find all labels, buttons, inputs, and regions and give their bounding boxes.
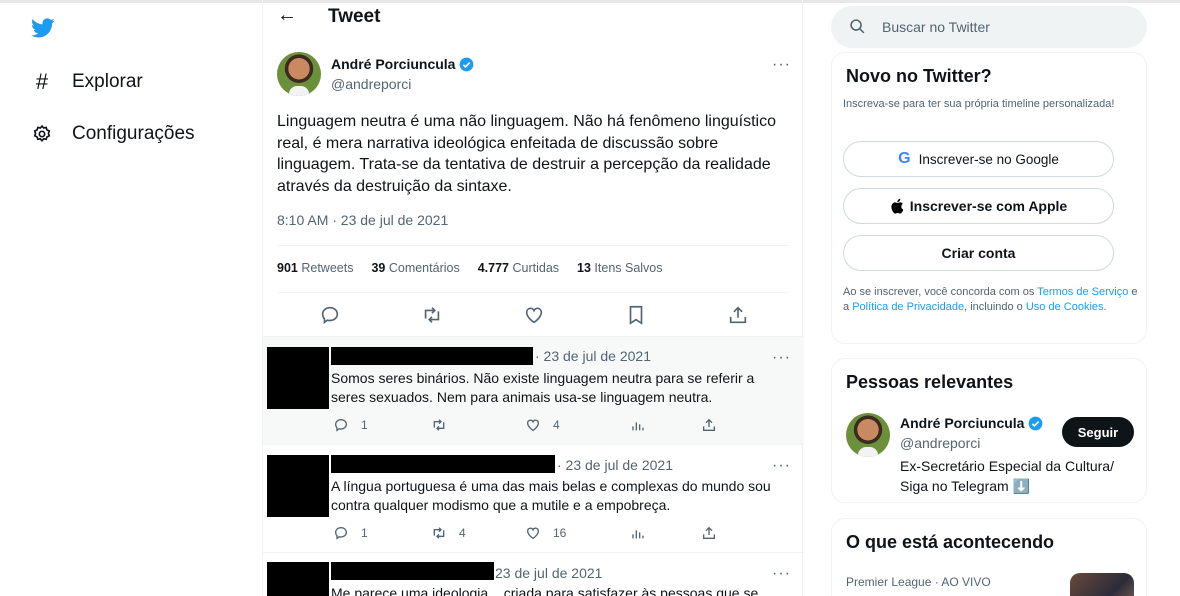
more-options-icon[interactable]: ··· [772, 349, 791, 367]
bookmarks-stat[interactable]: 13 Itens Salvos [577, 261, 662, 275]
trend-meta[interactable]: Premier League · AO VIVO [846, 575, 991, 589]
retweet-icon[interactable] [421, 304, 443, 326]
google-signup-button[interactable]: G Inscrever-se no Google [843, 141, 1114, 177]
follow-button[interactable]: Seguir [1062, 417, 1134, 447]
redacted-avatar [267, 347, 329, 409]
likes-stat[interactable]: 4.777 Curtidas [478, 261, 559, 275]
cookie-use-link[interactable]: Uso de Cookies [1026, 301, 1104, 313]
verified-badge-icon [1029, 416, 1043, 430]
nav-item-label: Configurações [72, 123, 195, 144]
retweets-stat[interactable]: 901 Retweets [277, 261, 353, 275]
share-icon[interactable] [727, 304, 749, 326]
relevant-person-bio: Ex-Secretário Especial da Cultura/ Siga … [900, 458, 1114, 494]
analytics-icon[interactable] [629, 525, 645, 541]
reply-actions: 1 4 16 [331, 525, 751, 545]
share-icon[interactable] [701, 525, 717, 541]
reply-tweet[interactable]: · 23 de jul de 2021 ··· A língua portugu… [263, 444, 804, 552]
search-box[interactable]: Buscar no Twitter [831, 6, 1147, 48]
relevant-person-handle[interactable]: @andreporci [900, 435, 980, 451]
signup-title: Novo no Twitter? [846, 66, 992, 86]
tweet-text: Linguagem neutra é uma não linguagem. Nã… [277, 113, 776, 195]
privacy-policy-link[interactable]: Política de Privacidade [852, 301, 964, 313]
redacted-username [331, 562, 494, 580]
like-heart-icon[interactable]: 4 [525, 417, 560, 433]
reply-actions: 1 4 [331, 417, 751, 437]
author-name: André Porciuncula [331, 56, 456, 72]
redacted-avatar [267, 455, 329, 517]
left-nav: # Explorar Configurações [0, 0, 262, 596]
reply-date[interactable]: · 23 de jul de 2021 [535, 348, 651, 364]
relevant-people-title: Pessoas relevantes [846, 372, 1014, 392]
tweet-stats: 901 Retweets 39 Comentários 4.777 Curtid… [277, 261, 681, 275]
nav-item-explorar[interactable]: # Explorar [30, 68, 143, 96]
redacted-avatar [267, 562, 329, 596]
trends-card: O que está acontecendo Premier League · … [831, 518, 1147, 596]
like-heart-icon[interactable]: 16 [525, 525, 566, 541]
avatar[interactable] [277, 52, 321, 96]
like-heart-icon[interactable] [523, 304, 545, 326]
divider [277, 292, 789, 293]
signup-subtitle: Inscreva-se para ter sua própria timelin… [843, 98, 1115, 110]
comments-stat[interactable]: 39 Comentários [371, 261, 459, 275]
author-name-row[interactable]: André Porciuncula [331, 56, 474, 72]
trend-thumbnail[interactable] [1070, 573, 1134, 596]
more-options-icon[interactable]: ··· [772, 56, 791, 74]
more-options-icon[interactable]: ··· [772, 457, 791, 475]
reply-text: A língua portuguesa é uma das mais belas… [331, 478, 771, 513]
reply-tweet[interactable]: 23 de jul de 2021 ··· Me parece uma ideo… [263, 552, 804, 596]
reply-text: Me parece uma ideologia... criada para s… [331, 585, 759, 596]
verified-badge-icon [460, 57, 474, 71]
search-placeholder: Buscar no Twitter [882, 19, 990, 35]
create-account-button[interactable]: Criar conta [843, 235, 1114, 271]
retweet-icon[interactable]: 4 [431, 525, 466, 541]
nav-item-configuracoes[interactable]: Configurações [30, 120, 195, 148]
tweet-timestamp[interactable]: 8:10 AM · 23 de jul de 2021 [277, 212, 448, 228]
search-icon [850, 19, 865, 34]
avatar[interactable] [846, 413, 890, 457]
divider [277, 245, 789, 246]
author-handle[interactable]: @andreporci [331, 76, 411, 92]
reply-date[interactable]: 23 de jul de 2021 [495, 565, 602, 581]
terms-of-service-link[interactable]: Termos de Serviço [1037, 286, 1128, 298]
reply-icon[interactable]: 1 [333, 417, 368, 433]
reply-text: Somos seres binários. Não existe linguag… [331, 370, 755, 405]
bookmark-icon[interactable] [625, 304, 647, 326]
more-options-icon[interactable]: ··· [772, 565, 791, 583]
share-icon[interactable] [701, 417, 717, 433]
relevant-person-name-row[interactable]: André Porciuncula [900, 415, 1043, 431]
gear-icon [30, 122, 54, 146]
signup-card: Novo no Twitter? Inscreva-se para ter su… [831, 52, 1147, 344]
retweet-icon[interactable] [431, 417, 459, 433]
back-arrow-icon[interactable]: ← [277, 4, 297, 27]
relevant-people-card: Pessoas relevantes André Porciuncula @an… [831, 358, 1147, 503]
analytics-icon[interactable] [629, 417, 645, 433]
tweet-actions [277, 298, 789, 332]
reply-tweet[interactable]: · 23 de jul de 2021 ··· Somos seres biná… [263, 336, 804, 444]
tweet-author: André Porciuncula @andreporci [277, 52, 792, 100]
twitter-bird-icon[interactable] [30, 16, 56, 40]
hashtag-icon: # [35, 69, 49, 94]
redacted-username [331, 455, 555, 473]
reply-icon[interactable] [319, 304, 341, 326]
nav-item-label: Explorar [72, 71, 143, 92]
tweet-detail-column: ← Tweet André Porciuncula @andreporci ··… [262, 0, 804, 596]
reply-icon[interactable]: 1 [333, 525, 368, 541]
reply-date[interactable]: · 23 de jul de 2021 [557, 457, 673, 473]
trends-title: O que está acontecendo [846, 532, 1055, 552]
google-logo-icon: G [898, 150, 911, 167]
apple-logo-icon [891, 198, 904, 214]
page-title: Tweet [328, 6, 381, 27]
redacted-username [331, 347, 533, 365]
signup-terms: Ao se inscrever, você concorda com os Te… [843, 286, 1138, 313]
apple-signup-button[interactable]: Inscrever-se com Apple [843, 188, 1114, 224]
